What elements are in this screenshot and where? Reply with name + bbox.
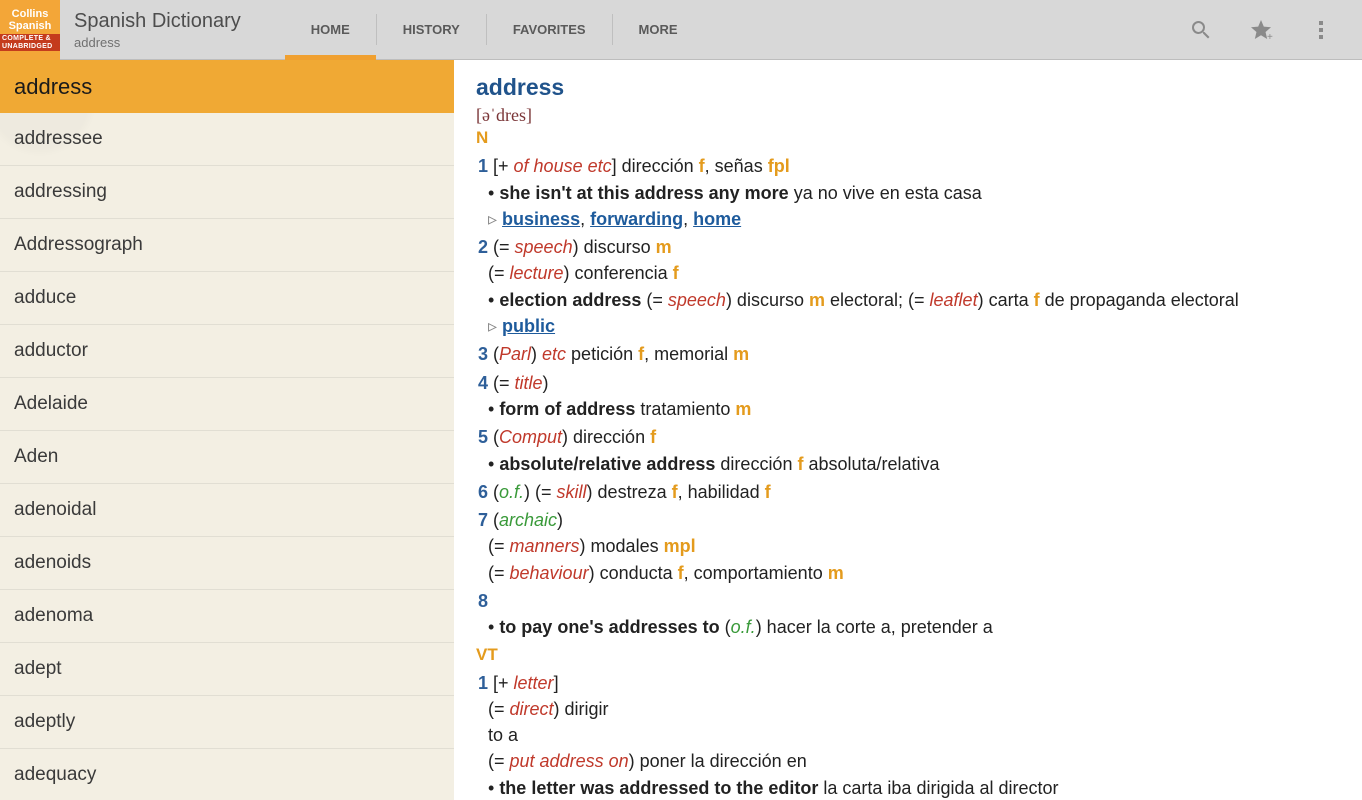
sidebar-item-adequacy[interactable]: adequacy (0, 749, 454, 800)
sidebar-item-aden[interactable]: Aden (0, 431, 454, 484)
sidebar-item-adenoma[interactable]: adenoma (0, 590, 454, 643)
word-list-sidebar: address addressee addressing Addressogra… (0, 60, 454, 800)
app-subtitle: address (74, 35, 241, 50)
tab-favorites[interactable]: FAVORITES (487, 0, 612, 59)
entry-content[interactable]: address [əˈdres] N 1 [+ of house etc] di… (454, 60, 1362, 800)
overflow-menu-icon[interactable] (1306, 15, 1336, 45)
part-of-speech-vt: VT (476, 644, 1340, 667)
sense-2: 2 (= speech) discurso m (= lecture) conf… (478, 235, 1340, 338)
top-actions: + (1186, 0, 1362, 59)
logo-line1: Collins (12, 9, 49, 21)
tab-home[interactable]: HOME (285, 0, 376, 59)
sidebar-item-adelaide[interactable]: Adelaide (0, 378, 454, 431)
vt-sense-1: 1 [+ letter] (= direct) dirigir to a (= … (478, 671, 1340, 800)
xref-public[interactable]: public (502, 316, 555, 336)
logo-line2: Spanish (9, 21, 52, 33)
sidebar-item-address[interactable]: address (0, 60, 454, 113)
favorite-add-icon[interactable]: + (1246, 15, 1276, 45)
sense-8: 8 • to pay one's addresses to (o.f.) hac… (478, 589, 1340, 640)
pronunciation: [əˈdres] (476, 103, 1340, 127)
headword: address (476, 72, 1340, 103)
sidebar-item-adept[interactable]: adept (0, 643, 454, 696)
sense-1: 1 [+ of house etc] dirección f, señas fp… (478, 154, 1340, 231)
sense-3: 3 (Parl) etc petición f, memorial m (478, 342, 1340, 366)
app-logo: Collins Spanish COMPLETE & UNABRIDGED (0, 0, 60, 60)
sidebar-item-addressee[interactable]: addressee (0, 113, 454, 166)
app-title: Spanish Dictionary (74, 10, 241, 33)
xref-business[interactable]: business (502, 209, 580, 229)
part-of-speech-n: N (476, 127, 1340, 150)
sidebar-item-adenoids[interactable]: adenoids (0, 537, 454, 590)
sidebar-item-addressing[interactable]: addressing (0, 166, 454, 219)
top-tabs: HOME HISTORY FAVORITES MORE (285, 0, 704, 59)
xref-forwarding[interactable]: forwarding (590, 209, 683, 229)
sense-4: 4 (= title) • form of address tratamient… (478, 371, 1340, 422)
search-icon[interactable] (1186, 15, 1216, 45)
sidebar-item-adductor[interactable]: adductor (0, 325, 454, 378)
logo-subtitle: COMPLETE & UNABRIDGED (0, 34, 60, 51)
xref-home[interactable]: home (693, 209, 741, 229)
sense-5: 5 (Comput) dirección f • absolute/relati… (478, 425, 1340, 476)
app-title-block: Spanish Dictionary address (60, 0, 255, 59)
sidebar-item-adeptly[interactable]: adeptly (0, 696, 454, 749)
top-bar: Collins Spanish COMPLETE & UNABRIDGED Sp… (0, 0, 1362, 60)
sidebar-item-adduce[interactable]: adduce (0, 272, 454, 325)
sense-6: 6 (o.f.) (= skill) destreza f, habilidad… (478, 480, 1340, 504)
tab-more[interactable]: MORE (613, 0, 704, 59)
sense-7: 7 (archaic) (= manners) modales mpl (= b… (478, 508, 1340, 585)
tab-history[interactable]: HISTORY (377, 0, 486, 59)
svg-text:+: + (1267, 32, 1273, 42)
sidebar-item-addressograph[interactable]: Addressograph (0, 219, 454, 272)
sidebar-item-adenoidal[interactable]: adenoidal (0, 484, 454, 537)
